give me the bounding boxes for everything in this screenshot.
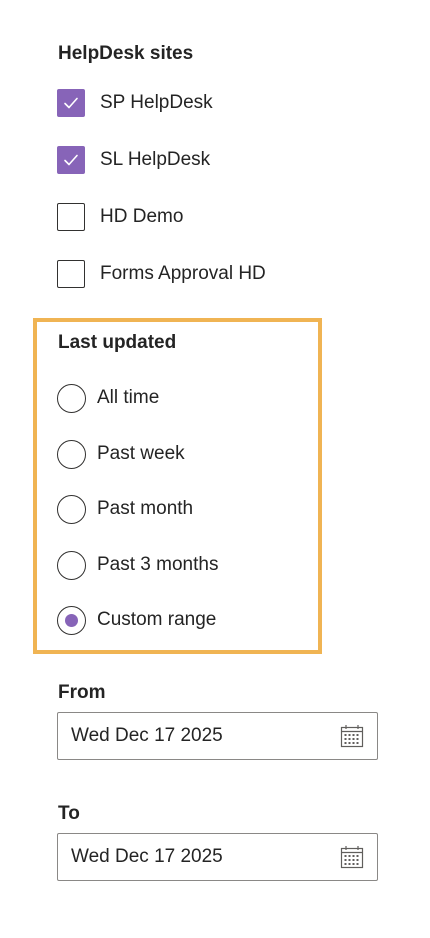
radio-past-3-months[interactable]: Past 3 months: [57, 550, 218, 580]
checkbox-hd-demo[interactable]: HD Demo: [57, 202, 183, 232]
radio-label: Past 3 months: [97, 554, 219, 575]
calendar-icon[interactable]: [340, 724, 364, 748]
last-updated-title: Last updated: [58, 332, 177, 353]
checkbox-box[interactable]: [57, 203, 85, 231]
checkbox-box[interactable]: [57, 146, 85, 174]
last-updated-highlight: [33, 318, 322, 654]
radio-label: Custom range: [97, 609, 217, 630]
checkmark-icon: [64, 154, 78, 166]
to-date-picker[interactable]: Wed Dec 17 2025: [57, 833, 378, 881]
checkbox-label: SL HelpDesk: [100, 149, 211, 170]
radio-past-week[interactable]: Past week: [57, 439, 185, 469]
checkmark-icon: [64, 97, 78, 109]
to-date-value: Wed Dec 17 2025: [71, 846, 223, 867]
from-label: From: [58, 682, 106, 703]
filter-panel: HelpDesk sites SP HelpDesk SL HelpDesk H…: [0, 0, 430, 938]
radio-all-time[interactable]: All time: [57, 383, 159, 413]
from-date-picker[interactable]: Wed Dec 17 2025: [57, 712, 378, 760]
radio-past-month[interactable]: Past month: [57, 494, 193, 524]
checkbox-forms-approval-hd[interactable]: Forms Approval HD: [57, 259, 266, 289]
radio-button[interactable]: [57, 550, 86, 580]
radio-label: Past month: [97, 498, 194, 519]
checkbox-label: HD Demo: [100, 206, 184, 227]
radio-custom-range[interactable]: Custom range: [57, 605, 216, 635]
calendar-icon[interactable]: [340, 845, 364, 869]
radio-label: All time: [97, 387, 160, 408]
checkbox-box[interactable]: [57, 89, 85, 117]
radio-label: Past week: [97, 443, 185, 464]
radio-button[interactable]: [57, 605, 86, 635]
radio-dot: [65, 613, 78, 627]
checkbox-sl-helpdesk[interactable]: SL HelpDesk: [57, 145, 210, 175]
from-date-value: Wed Dec 17 2025: [71, 725, 223, 746]
checkbox-label: SP HelpDesk: [100, 92, 213, 113]
to-label: To: [58, 803, 80, 824]
radio-button[interactable]: [57, 494, 86, 524]
checkbox-sp-helpdesk[interactable]: SP HelpDesk: [57, 88, 213, 118]
helpdesk-sites-title: HelpDesk sites: [58, 43, 194, 64]
checkbox-label: Forms Approval HD: [100, 263, 266, 284]
radio-button[interactable]: [57, 383, 86, 413]
checkbox-box[interactable]: [57, 260, 85, 288]
radio-button[interactable]: [57, 439, 86, 469]
